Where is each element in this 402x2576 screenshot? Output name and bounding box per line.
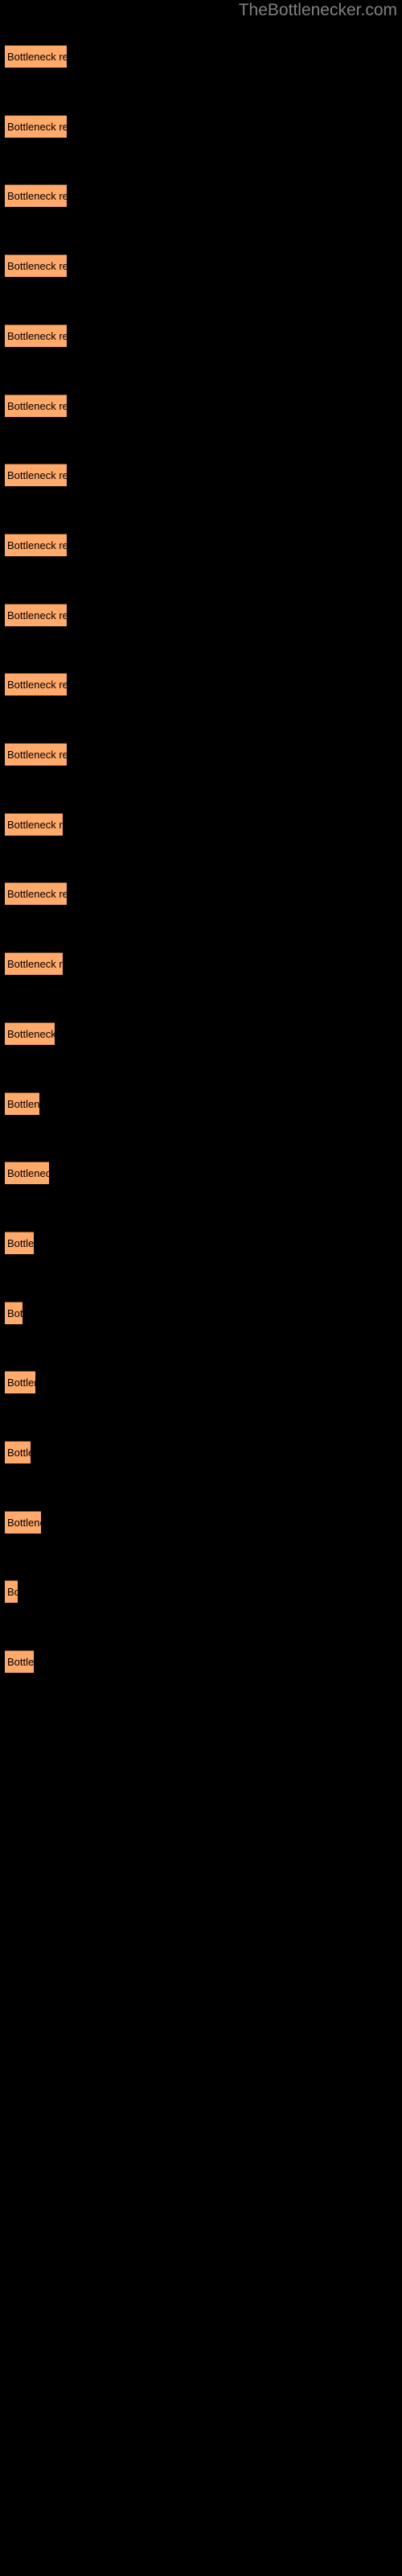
bar[interactable]: Bottleneck result bbox=[5, 533, 67, 556]
bar[interactable]: Bottleneck result bbox=[5, 882, 67, 906]
bar[interactable]: Bottleneck result bbox=[5, 1441, 31, 1463]
bar-label: Bottleneck result bbox=[7, 609, 67, 621]
bar-row: Bottleneck result bbox=[0, 1650, 402, 1674]
bar-label: Bottleneck result bbox=[7, 1586, 18, 1599]
bar-row: Bottleneck result bbox=[0, 812, 402, 836]
bar-label: Bottleneck result bbox=[7, 1236, 34, 1249]
bar[interactable]: Bottleneck result bbox=[5, 1301, 23, 1324]
bar-label: Bottleneck result bbox=[7, 818, 63, 831]
bar[interactable]: Bottleneck result bbox=[5, 1371, 35, 1394]
bar[interactable]: Bottleneck result bbox=[5, 812, 63, 836]
bar[interactable]: Bottleneck result bbox=[5, 45, 67, 68]
bar-label: Bottleneck result bbox=[7, 958, 63, 971]
bar-row: Bottleneck result bbox=[0, 184, 402, 208]
bar-row: Bottleneck result bbox=[0, 882, 402, 906]
bar-label: Bottleneck result bbox=[7, 1447, 31, 1459]
bar[interactable]: Bottleneck result bbox=[5, 184, 67, 208]
bar-row: Bottleneck result bbox=[0, 1231, 402, 1255]
bar-label: Bottleneck result bbox=[7, 329, 67, 342]
bar-label: Bottleneck result bbox=[7, 1377, 35, 1389]
bar[interactable]: Bottleneck result bbox=[5, 394, 67, 417]
bar-label: Bottleneck result bbox=[7, 749, 67, 761]
bar[interactable]: Bottleneck result bbox=[5, 1092, 39, 1115]
bar-label: Bottleneck result bbox=[7, 51, 67, 63]
bar[interactable]: Bottleneck result bbox=[5, 673, 67, 696]
bar-row: Bottleneck result bbox=[0, 254, 402, 278]
bar-row: Bottleneck result bbox=[0, 1162, 402, 1185]
bar-row: Bottleneck result bbox=[0, 1022, 402, 1046]
bar[interactable]: Bottleneck result bbox=[5, 114, 67, 138]
bar-label: Bottleneck result bbox=[7, 399, 67, 412]
bar[interactable]: Bottleneck result bbox=[5, 1650, 34, 1674]
bar[interactable]: Bottleneck result bbox=[5, 952, 63, 976]
bar-label: Bottleneck result bbox=[7, 1167, 49, 1180]
bar-label: Bottleneck result bbox=[7, 1307, 23, 1319]
bar[interactable]: Bottleneck result bbox=[5, 1022, 55, 1045]
bar-row: Bottleneck result bbox=[0, 464, 402, 487]
bar-label: Bottleneck result bbox=[7, 1516, 41, 1529]
bar-label: Bottleneck result bbox=[7, 1097, 39, 1110]
bar[interactable]: Bottleneck result bbox=[5, 743, 67, 766]
bar-label: Bottleneck result bbox=[7, 260, 67, 273]
bar-label: Bottleneck result bbox=[7, 679, 67, 691]
bar-label: Bottleneck result bbox=[7, 888, 67, 901]
bar-row: Bottleneck result bbox=[0, 1441, 402, 1464]
bar[interactable]: Bottleneck result bbox=[5, 603, 67, 626]
bar-row: Bottleneck result bbox=[0, 1371, 402, 1394]
bar-row: Bottleneck result bbox=[0, 1092, 402, 1116]
bar-row: Bottleneck result bbox=[0, 603, 402, 627]
bar-label: Bottleneck result bbox=[7, 120, 67, 133]
bar[interactable]: Bottleneck result bbox=[5, 1162, 49, 1185]
bar-row: Bottleneck result bbox=[0, 952, 402, 976]
bar-row: Bottleneck result bbox=[0, 1301, 402, 1325]
bar[interactable]: Bottleneck result bbox=[5, 324, 67, 347]
bar-label: Bottleneck result bbox=[7, 190, 67, 203]
bottleneck-bar-chart: Bottleneck result Bottleneck result Bottle… bbox=[0, 0, 402, 2576]
bar[interactable]: Bottleneck result bbox=[5, 254, 67, 278]
bar-label: Bottleneck result bbox=[7, 539, 67, 551]
bar-label: Bottleneck result bbox=[7, 1656, 34, 1669]
bar-row: Bottleneck result bbox=[0, 533, 402, 557]
bar-label: Bottleneck result bbox=[7, 469, 67, 482]
bar-row: Bottleneck result bbox=[0, 673, 402, 696]
bar-row: Bottleneck result bbox=[0, 1580, 402, 1604]
bar[interactable]: Bottleneck result bbox=[5, 1231, 34, 1254]
bar[interactable]: Bottleneck result bbox=[5, 1580, 18, 1604]
bar-row: Bottleneck result bbox=[0, 394, 402, 418]
bar-row: Bottleneck result bbox=[0, 1510, 402, 1534]
bar-row: Bottleneck result bbox=[0, 743, 402, 766]
bar-row: Bottleneck result bbox=[0, 114, 402, 138]
bar[interactable]: Bottleneck result bbox=[5, 1510, 41, 1534]
bar-row: Bottleneck result bbox=[0, 324, 402, 348]
bar-label: Bottleneck result bbox=[7, 1027, 55, 1040]
bar[interactable]: Bottleneck result bbox=[5, 464, 67, 487]
bar-row: Bottleneck result bbox=[0, 45, 402, 68]
